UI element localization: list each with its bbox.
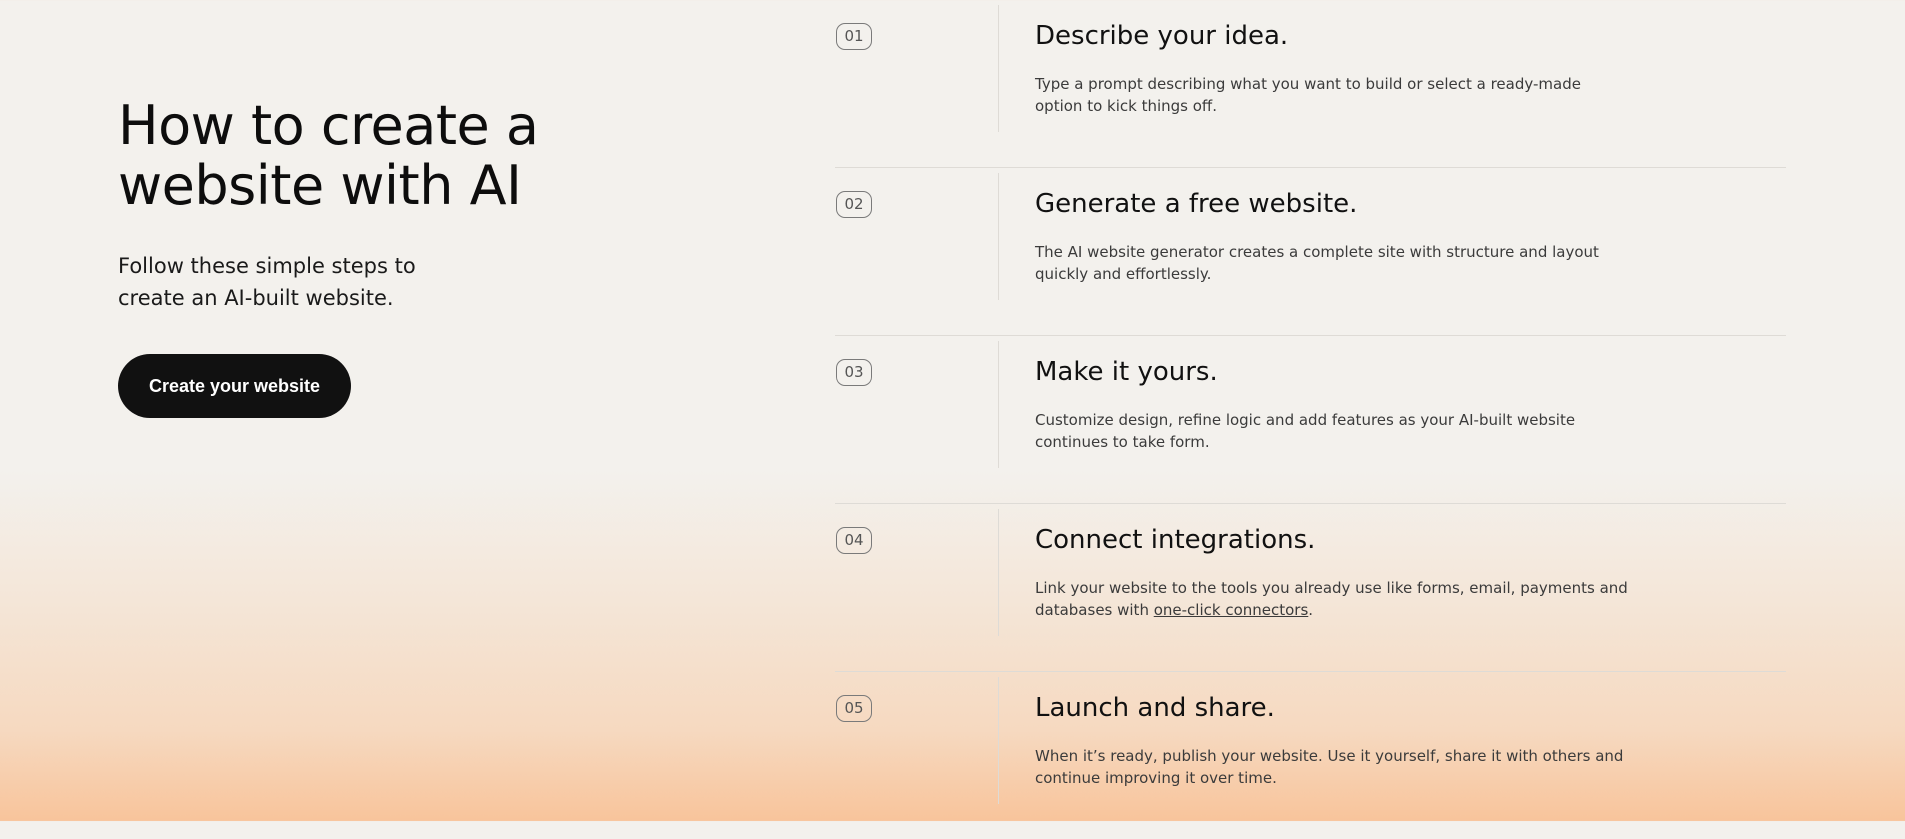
step-number-badge: 05 <box>836 695 872 722</box>
divider <box>998 509 999 636</box>
hero-section: How to create a website with AI Follow t… <box>118 96 638 418</box>
divider <box>998 341 999 468</box>
step-number-badge: 04 <box>836 527 872 554</box>
steps-list: 01 Describe your idea. Type a prompt des… <box>835 0 1786 839</box>
step-title: Make it yours. <box>1035 357 1218 387</box>
step-description: Link your website to the tools you alrea… <box>1035 577 1630 621</box>
step-title: Launch and share. <box>1035 693 1275 723</box>
divider <box>998 173 999 300</box>
step-number-badge: 01 <box>836 23 872 50</box>
divider <box>998 5 999 132</box>
step-description: Customize design, refine logic and add f… <box>1035 411 1576 451</box>
step-item: 03 Make it yours. Customize design, refi… <box>835 336 1786 504</box>
step-description-text: Link your website to the tools you alrea… <box>1035 579 1628 619</box>
step-title: Describe your idea. <box>1035 21 1289 51</box>
page-title: How to create a website with AI <box>118 94 539 217</box>
step-item: 04 Connect integrations. Link your websi… <box>835 504 1786 672</box>
step-title: Generate a free website. <box>1035 189 1358 219</box>
hero-subtitle: Follow these simple steps to create an A… <box>118 254 416 310</box>
step-item: 05 Launch and share. When it’s ready, pu… <box>835 672 1786 839</box>
step-item: 02 Generate a free website. The AI websi… <box>835 168 1786 336</box>
step-description: The AI website generator creates a compl… <box>1035 243 1599 283</box>
step-title: Connect integrations. <box>1035 525 1316 555</box>
step-item: 01 Describe your idea. Type a prompt des… <box>835 0 1786 168</box>
step-description-end: . <box>1308 601 1314 619</box>
create-website-button[interactable]: Create your website <box>118 354 352 418</box>
step-description: When it’s ready, publish your website. U… <box>1035 747 1624 787</box>
one-click-connectors-link[interactable]: one-click connectors <box>1154 601 1309 619</box>
divider <box>998 677 999 804</box>
step-description: Type a prompt describing what you want t… <box>1035 75 1581 115</box>
step-number-badge: 02 <box>836 191 872 218</box>
step-number-badge: 03 <box>836 359 872 386</box>
